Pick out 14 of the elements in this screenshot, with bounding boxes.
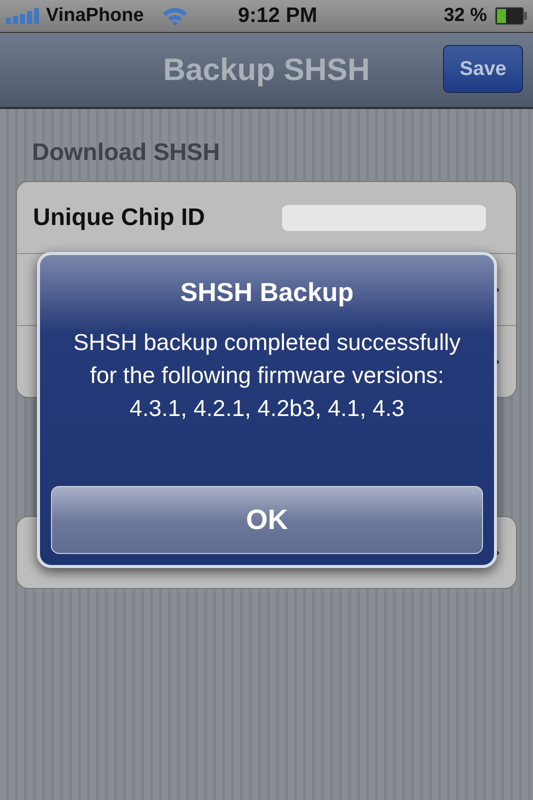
battery-percent: 32 % bbox=[444, 5, 487, 27]
save-button[interactable]: Save bbox=[443, 45, 523, 93]
carrier-name: VinaPhone bbox=[46, 5, 144, 27]
battery-icon bbox=[495, 7, 527, 25]
signal-icon bbox=[6, 8, 40, 24]
screen-title: Backup SHSH bbox=[163, 52, 370, 88]
input-field[interactable] bbox=[282, 204, 486, 230]
alert-message: SHSH backup completed successfully for the following firmware versions: 4.3.1, 4.2.1, 4.2b3, 4.1, 4.3 bbox=[72, 328, 462, 423]
row-label: Unique Chip ID bbox=[33, 204, 206, 232]
ok-button[interactable]: OK bbox=[51, 486, 483, 554]
section-header: Download SHSH bbox=[31, 138, 222, 168]
wifi-icon bbox=[162, 6, 188, 26]
alert-title: SHSH Backup bbox=[179, 277, 355, 308]
clock-time: 9:12 PM bbox=[238, 4, 318, 28]
